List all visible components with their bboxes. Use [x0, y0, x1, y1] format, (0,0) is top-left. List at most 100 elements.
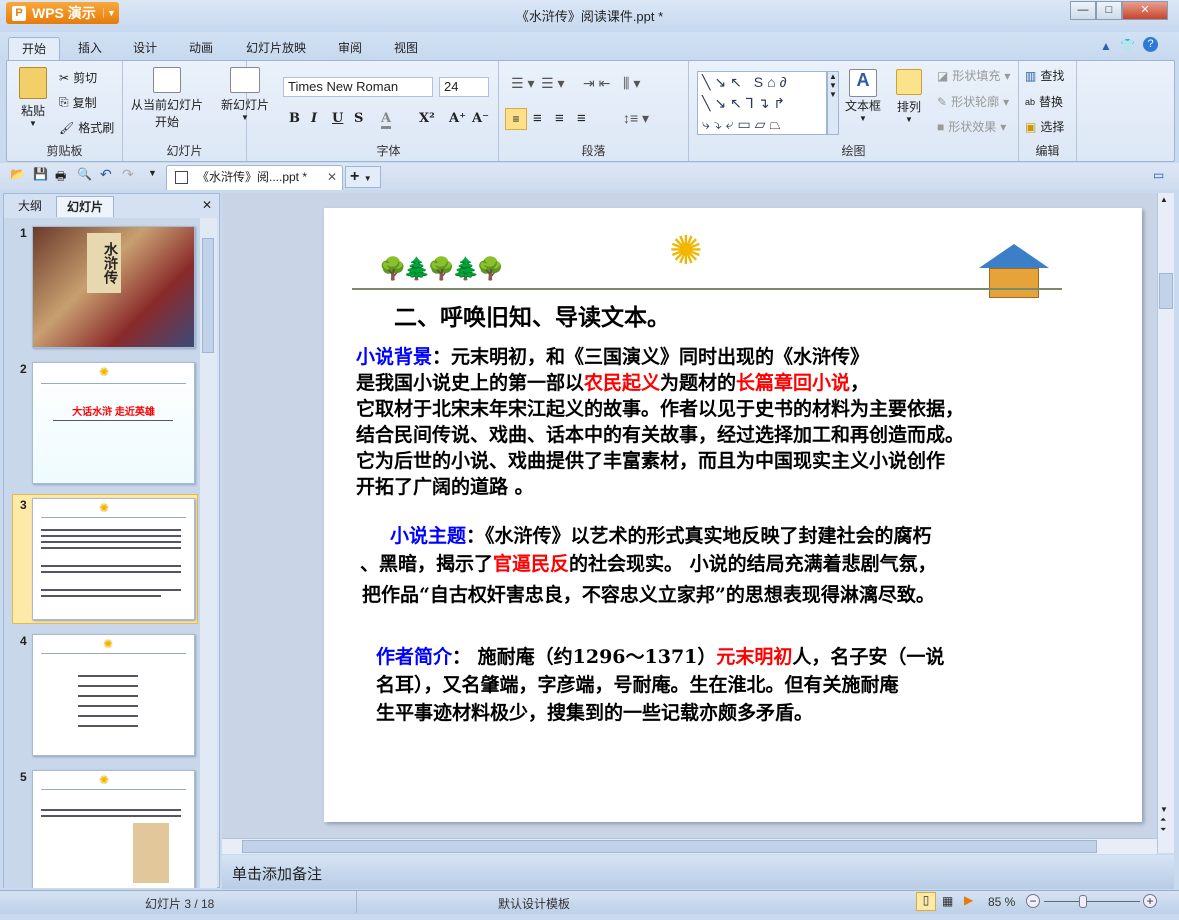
- window-layout-icon[interactable]: ▭: [1153, 168, 1164, 182]
- select-button[interactable]: ▣ 选择: [1025, 118, 1064, 135]
- customize-icon[interactable]: ▼: [148, 168, 157, 178]
- select-icon: ▣: [1025, 119, 1037, 134]
- align-left-button[interactable]: ≡: [505, 108, 527, 130]
- replace-button[interactable]: ab 替换: [1025, 93, 1063, 110]
- bold-button[interactable]: B: [289, 111, 300, 126]
- cut-button[interactable]: ✂ 剪切: [59, 69, 97, 86]
- superscript-button[interactable]: X²: [419, 111, 435, 126]
- open-icon[interactable]: 📂: [10, 167, 25, 181]
- numbering-icon[interactable]: ☰ ▾: [541, 75, 564, 92]
- slide-sorter-icon[interactable]: ▦: [942, 894, 953, 908]
- label: 形状填充: [952, 69, 1001, 83]
- clipboard-group: 粘贴 ▼ ✂ 剪切 ⎘ 复制 🖌 格式刷 剪贴板: [7, 61, 123, 161]
- slide-thumbnail-3[interactable]: ✺: [32, 498, 195, 620]
- align-center-button[interactable]: ≡: [533, 110, 542, 127]
- tab-design[interactable]: 设计: [120, 37, 170, 60]
- zoom-out-icon[interactable]: −: [1026, 894, 1040, 908]
- arrange-icon: [896, 69, 922, 95]
- bullets-icon[interactable]: ☰ ▾: [511, 75, 534, 92]
- font-family-select[interactable]: Times New Roman: [283, 77, 433, 97]
- ppt-file-icon: [175, 171, 188, 184]
- slide-thumbnail-1[interactable]: 水浒传: [32, 226, 195, 348]
- highlight: 官逼民反: [493, 553, 570, 575]
- text-direction-icon[interactable]: ⫼ ▾: [623, 75, 640, 92]
- paste-icon: [19, 67, 47, 99]
- font-size-select[interactable]: 24: [439, 77, 489, 97]
- help-icon[interactable]: ?: [1143, 37, 1158, 52]
- tab-insert[interactable]: 插入: [65, 37, 115, 60]
- shrink-font-button[interactable]: A⁻: [472, 111, 489, 126]
- document-tab[interactable]: 《水浒传》阅....ppt * ✕: [166, 165, 343, 190]
- find-button[interactable]: ▥ 查找: [1025, 67, 1064, 84]
- shape-outline-button[interactable]: ✎ 形状轮廓 ▾: [937, 93, 1009, 110]
- tab-outline[interactable]: 大纲: [8, 196, 52, 217]
- tab-slideshow[interactable]: 幻灯片放映: [233, 37, 319, 60]
- close-tab-icon[interactable]: ✕: [327, 166, 337, 188]
- vertical-scrollbar[interactable]: ▲ ▼ ⏶ ⏷: [1157, 193, 1174, 853]
- slideshow-view-icon[interactable]: ▶: [964, 893, 973, 907]
- theme-line-1: 小说主题：《水浒传》以艺术的形式真实地反映了封建社会的腐朽: [390, 521, 932, 548]
- collapse-ribbon-icon[interactable]: ▲: [1100, 39, 1112, 53]
- paste-button[interactable]: 粘贴 ▼: [13, 67, 53, 128]
- shape-fill-button[interactable]: ◪ 形状填充 ▾: [937, 67, 1010, 84]
- close-panel-icon[interactable]: ✕: [202, 198, 212, 212]
- skin-icon[interactable]: 👕: [1120, 38, 1135, 52]
- scroll-up-icon[interactable]: ▲: [1160, 195, 1168, 204]
- horizontal-scrollbar[interactable]: [222, 838, 1157, 854]
- shadow-button[interactable]: S: [354, 111, 363, 126]
- gallery-scroll[interactable]: ▲ ▼ ▼: [827, 71, 839, 135]
- tab-animation[interactable]: 动画: [176, 37, 226, 60]
- new-tab-button[interactable]: + ▼: [345, 166, 381, 188]
- background-label: 小说背景: [356, 346, 433, 368]
- font-color-button[interactable]: A: [381, 111, 392, 129]
- zoom-slider-thumb[interactable]: [1079, 895, 1087, 908]
- paste-label: 粘贴: [20, 104, 45, 118]
- maximize-button[interactable]: □: [1096, 1, 1122, 20]
- zoom-in-icon[interactable]: +: [1143, 894, 1157, 908]
- tab-review[interactable]: 审阅: [325, 37, 375, 60]
- tab-slides[interactable]: 幻灯片: [56, 196, 115, 217]
- slide-thumbnail-2[interactable]: ✺ 大话水浒 走近英雄: [32, 362, 195, 484]
- shapes-gallery[interactable]: ╲↘↖ S⌂∂ ╲↘↖⅂↴↱ ⤷⤵⤶▭▱⏢: [697, 71, 827, 135]
- textbox-button[interactable]: A 文本框 ▼: [843, 69, 883, 123]
- arrange-button[interactable]: 排列 ▼: [889, 69, 929, 124]
- format-painter-button[interactable]: 🖌 格式刷: [59, 119, 114, 136]
- print-preview-icon[interactable]: 🔍: [77, 167, 92, 181]
- page-nav-icon[interactable]: ▼ ⏶ ⏷: [1160, 805, 1168, 835]
- minimize-button[interactable]: —: [1070, 1, 1096, 20]
- tab-home[interactable]: 开始: [8, 37, 61, 60]
- new-slide-button[interactable]: 新幻灯片 ▼: [215, 67, 275, 122]
- slide-number: 3: [20, 498, 27, 512]
- print-icon[interactable]: 🖶: [55, 167, 66, 188]
- text: 是我国小说史上的第一部以: [356, 372, 585, 394]
- close-button[interactable]: ✕: [1122, 1, 1168, 20]
- tab-view[interactable]: 视图: [381, 37, 431, 60]
- indent-icon[interactable]: ⇥ ⇤: [583, 75, 610, 92]
- theme-line-2: 、黑暗，揭示了官逼民反的社会现实。 小说的结局充满着悲剧气氛，: [360, 549, 937, 576]
- line-spacing-icon[interactable]: ↕≡ ▾: [623, 110, 649, 127]
- normal-view-icon[interactable]: ▯: [916, 892, 936, 911]
- copy-button[interactable]: ⎘ 复制: [59, 94, 97, 111]
- notes-pane[interactable]: 单击添加备注: [222, 855, 1174, 889]
- redo-icon[interactable]: ↷: [122, 166, 134, 183]
- undo-icon[interactable]: ↶: [100, 166, 112, 183]
- slide-thumbnail-5[interactable]: ✺: [32, 770, 195, 888]
- align-right-button[interactable]: ≡: [555, 110, 564, 127]
- scroll-thumb[interactable]: [1159, 273, 1173, 309]
- underline-button[interactable]: U: [332, 111, 343, 126]
- grow-font-button[interactable]: A⁺: [449, 111, 466, 126]
- pen-icon: ✎: [937, 94, 948, 109]
- background-line-1: 小说背景：元末明初，和《三国演义》同时出现的《水浒传》: [356, 342, 869, 369]
- zoom-level: 85 %: [988, 895, 1016, 909]
- shape-effects-button[interactable]: ■ 形状效果 ▾: [937, 118, 1006, 135]
- sunflower-icon: ✺: [99, 365, 110, 379]
- justify-button[interactable]: ≡: [577, 110, 586, 127]
- zoom-slider[interactable]: [1044, 901, 1140, 902]
- save-icon[interactable]: 💾: [33, 167, 48, 181]
- thumbnail-scrollbar[interactable]: [200, 218, 217, 888]
- italic-button[interactable]: I: [311, 111, 317, 126]
- scroll-thumb[interactable]: [242, 840, 1097, 853]
- slide-thumbnail-4[interactable]: ✺: [32, 634, 195, 756]
- slide[interactable]: 🌳🌲🌳🌲🌳 ✺ 二、呼唤旧知、导读文本。 小说背景：元末明初，和《三国演义》同时…: [324, 208, 1142, 822]
- start-from-current-button[interactable]: 从当前幻灯片 开始: [127, 67, 207, 130]
